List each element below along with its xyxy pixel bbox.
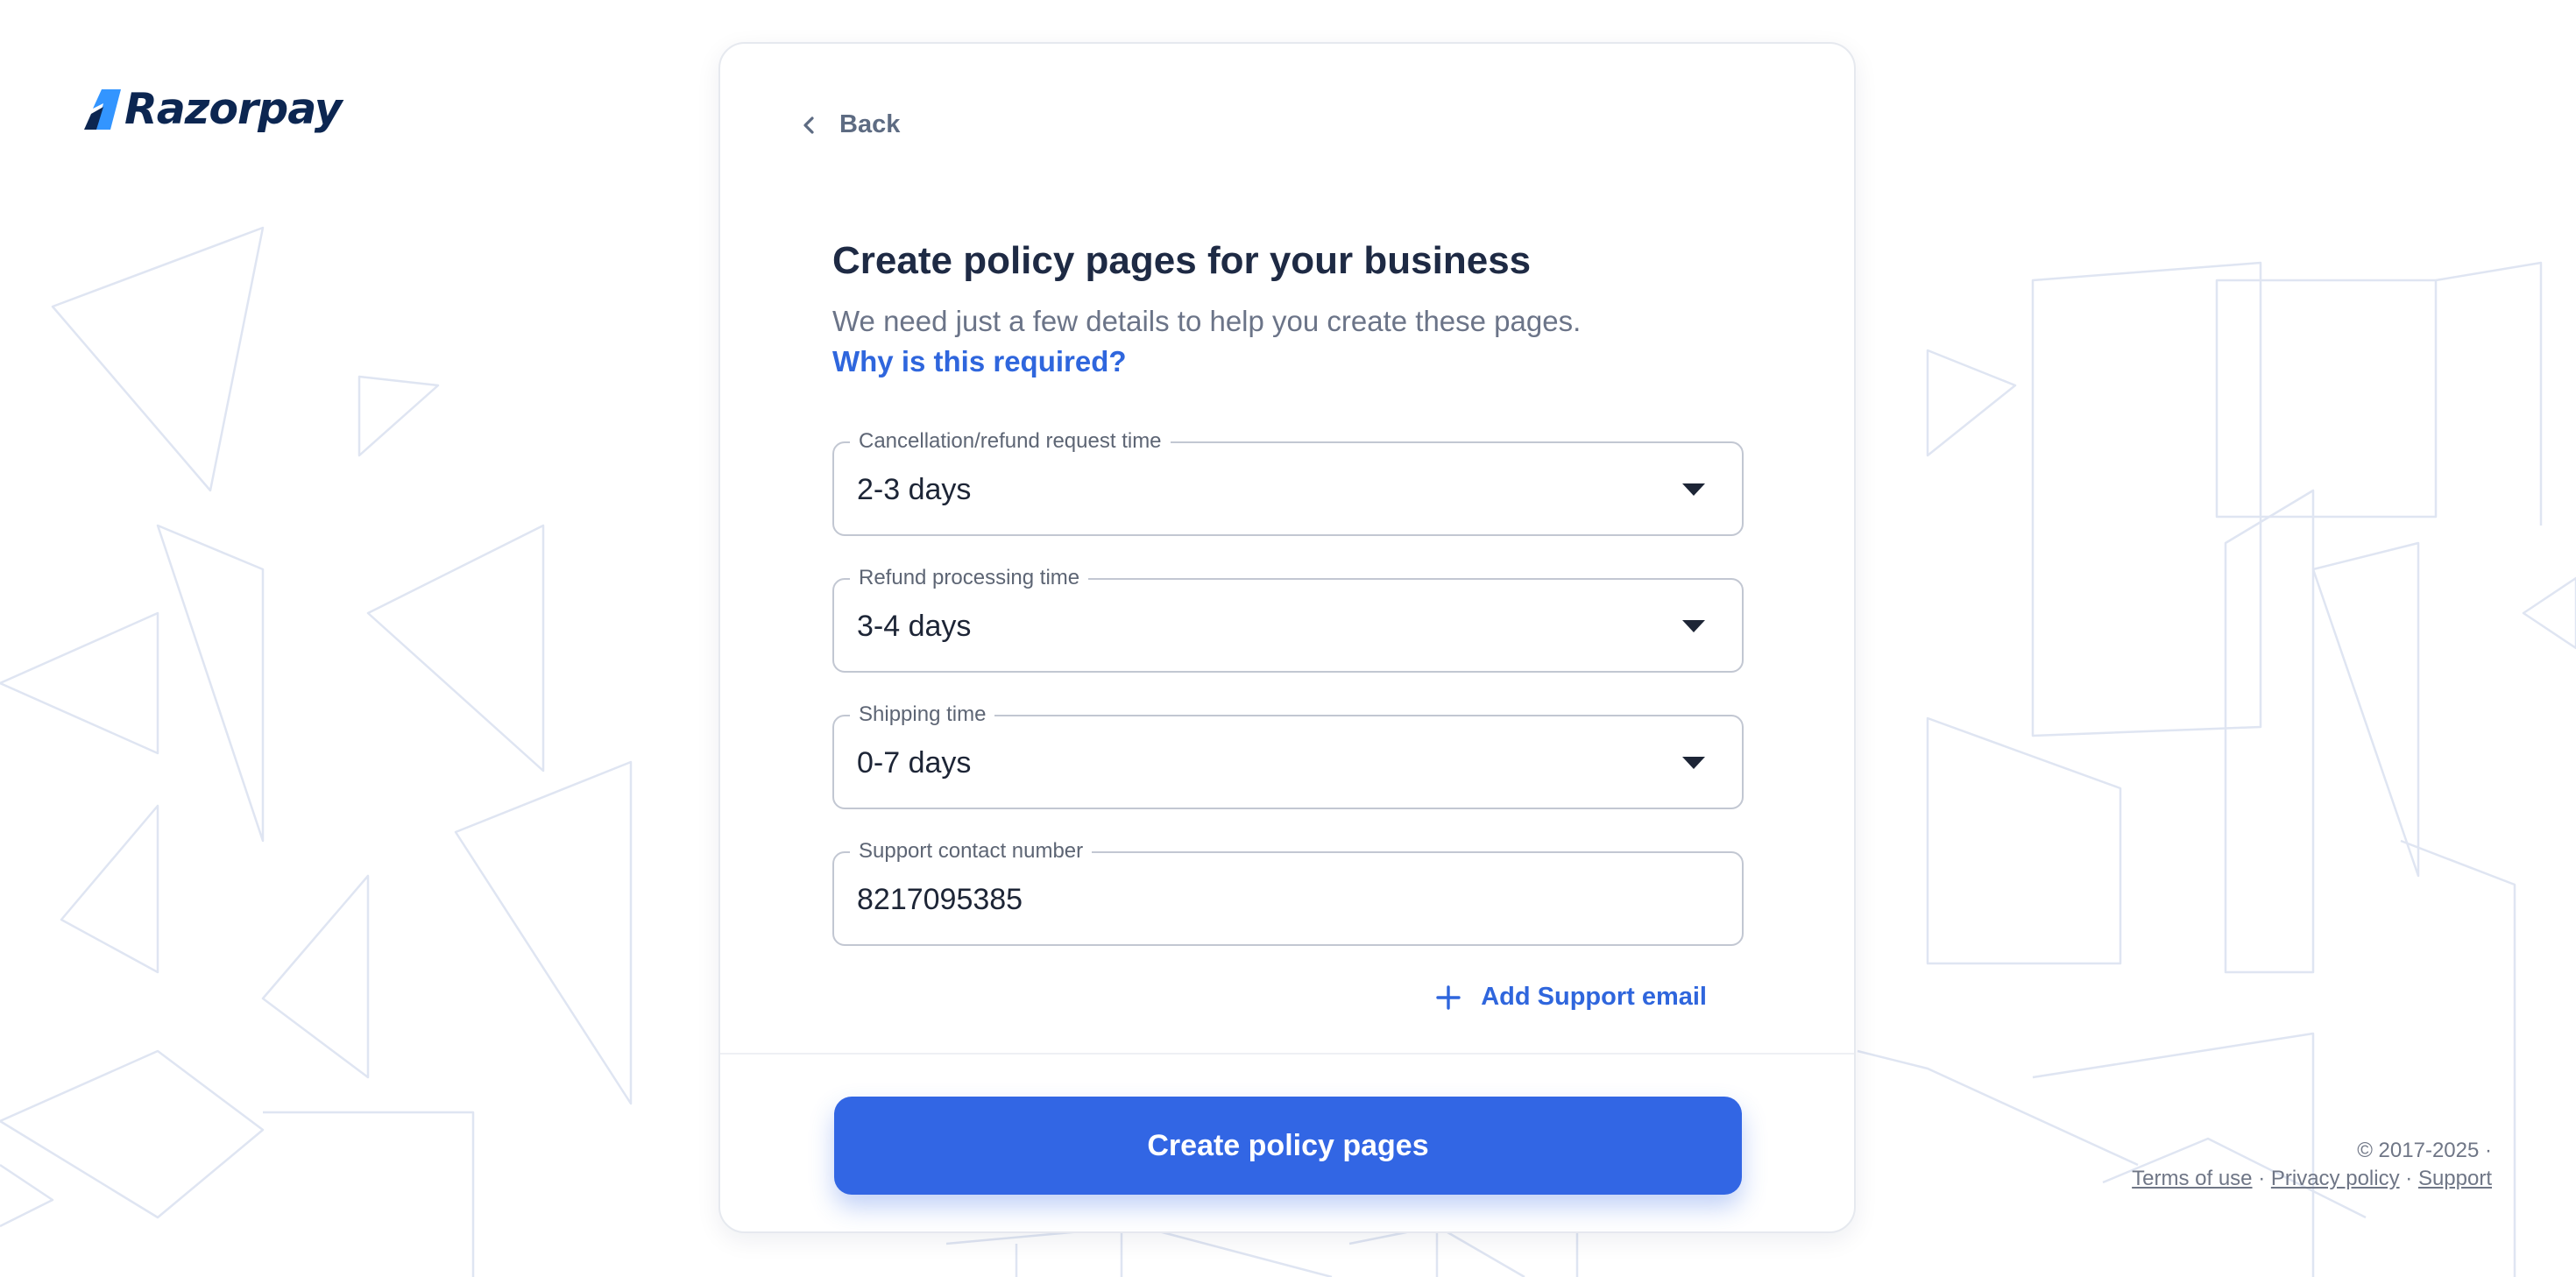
copyright: © 2017-2025 · <box>2357 1139 2492 1162</box>
shipping-time-select[interactable]: Shipping time 0-7 days <box>832 702 1744 809</box>
footer-links: Terms of use · Privacy policy · Support <box>2132 1165 2492 1193</box>
cancellation-time-value: 2-3 days <box>857 473 972 506</box>
page-subtitle: We need just a few details to help you c… <box>832 305 1582 337</box>
policy-card: Back Create policy pages for your busine… <box>718 42 1856 1233</box>
privacy-link[interactable]: Privacy policy <box>2271 1167 2400 1190</box>
razorpay-logo-icon <box>84 88 121 130</box>
cancellation-time-select[interactable]: Cancellation/refund request time 2-3 day… <box>832 429 1744 536</box>
plus-icon <box>1436 984 1461 1010</box>
brand-name: Razorpay <box>124 84 343 134</box>
razorpay-logo[interactable]: Razorpay <box>84 84 343 134</box>
footer: © 2017-2025 · Terms of use · Privacy pol… <box>2132 1137 2492 1193</box>
footer-separator: · <box>2258 1167 2266 1190</box>
terms-link[interactable]: Terms of use <box>2132 1167 2252 1190</box>
refund-processing-label: Refund processing time <box>850 566 1089 590</box>
support-phone-value[interactable]: 8217095385 <box>857 882 1023 917</box>
shipping-time-label: Shipping time <box>850 702 995 727</box>
page-title: Create policy pages for your business <box>832 239 1532 282</box>
footer-separator: · <box>2405 1167 2413 1190</box>
chevron-left-icon <box>803 116 814 134</box>
support-phone-label: Support contact number <box>850 839 1093 864</box>
shipping-time-value: 0-7 days <box>857 746 972 780</box>
caret-down-icon <box>1682 757 1705 769</box>
caret-down-icon <box>1682 620 1705 632</box>
refund-processing-select[interactable]: Refund processing time 3-4 days <box>832 566 1744 673</box>
support-link[interactable]: Support <box>2418 1167 2492 1190</box>
create-policy-pages-button[interactable]: Create policy pages <box>834 1097 1742 1195</box>
support-phone-field[interactable]: Support contact number 8217095385 <box>832 839 1744 946</box>
add-support-email-label: Add Support email <box>1481 983 1707 1011</box>
add-support-email-button[interactable]: Add Support email <box>1435 983 1707 1012</box>
caret-down-icon <box>1682 483 1705 496</box>
back-button[interactable]: Back <box>797 110 900 139</box>
cancellation-time-label: Cancellation/refund request time <box>850 429 1171 454</box>
card-header: Create policy pages for your business We… <box>832 238 1744 380</box>
why-required-link[interactable]: Why is this required? <box>832 343 1127 380</box>
back-label: Back <box>839 110 901 138</box>
page: Razorpay Back Create policy pages for yo… <box>0 0 2576 1277</box>
refund-processing-value: 3-4 days <box>857 610 972 643</box>
card-divider <box>720 1053 1854 1055</box>
